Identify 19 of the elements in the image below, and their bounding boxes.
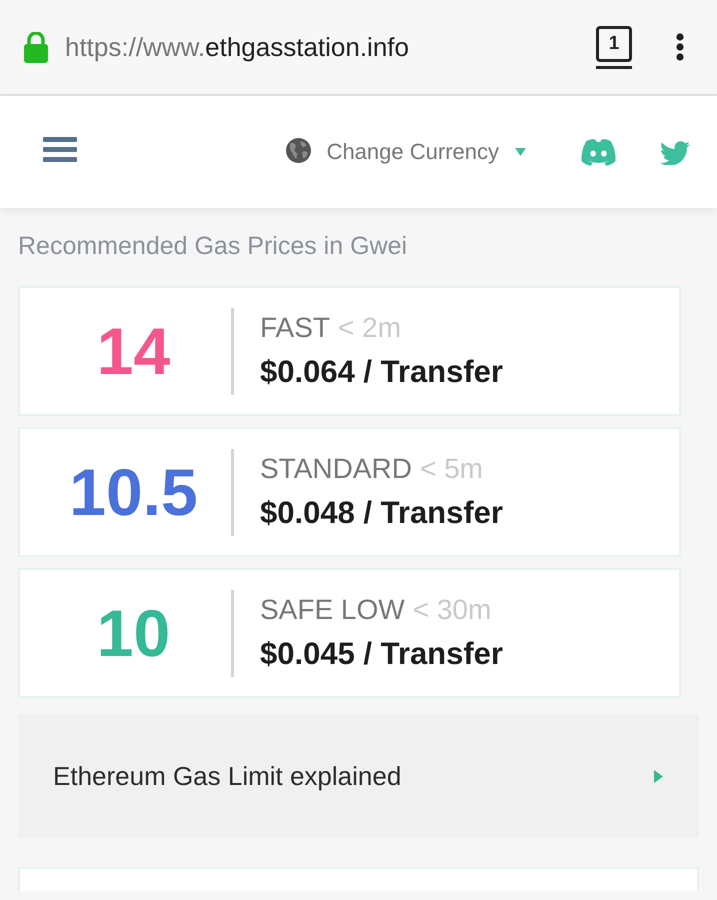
transfer-cost: $0.048 / Transfer <box>260 494 503 532</box>
gas-price-value: 10.5 <box>68 459 199 525</box>
caret-right-icon <box>654 770 663 782</box>
more-icon[interactable] <box>676 33 684 61</box>
speed-label: SAFE LOW <box>260 592 405 626</box>
menu-icon[interactable] <box>43 136 77 162</box>
speed-label: STANDARD <box>260 452 412 486</box>
gas-price-value: 10 <box>96 600 172 666</box>
globe-icon <box>286 138 311 162</box>
transfer-cost: $0.064 / Transfer <box>260 352 503 390</box>
speed-label: FAST <box>260 310 330 344</box>
lock-icon <box>24 32 48 62</box>
currency-dropdown[interactable]: Change Currency <box>286 139 526 165</box>
section-title: Recommended Gas Prices in Gwei <box>18 231 408 262</box>
url-text[interactable]: https://www.ethgasstation.info <box>65 32 409 62</box>
caret-icon <box>515 148 526 156</box>
explainer-link-card[interactable]: Ethereum Gas Limit explained <box>18 714 699 838</box>
gas-price-value: 14 <box>96 318 172 384</box>
transfer-cost: $0.045 / Transfer <box>260 634 503 672</box>
